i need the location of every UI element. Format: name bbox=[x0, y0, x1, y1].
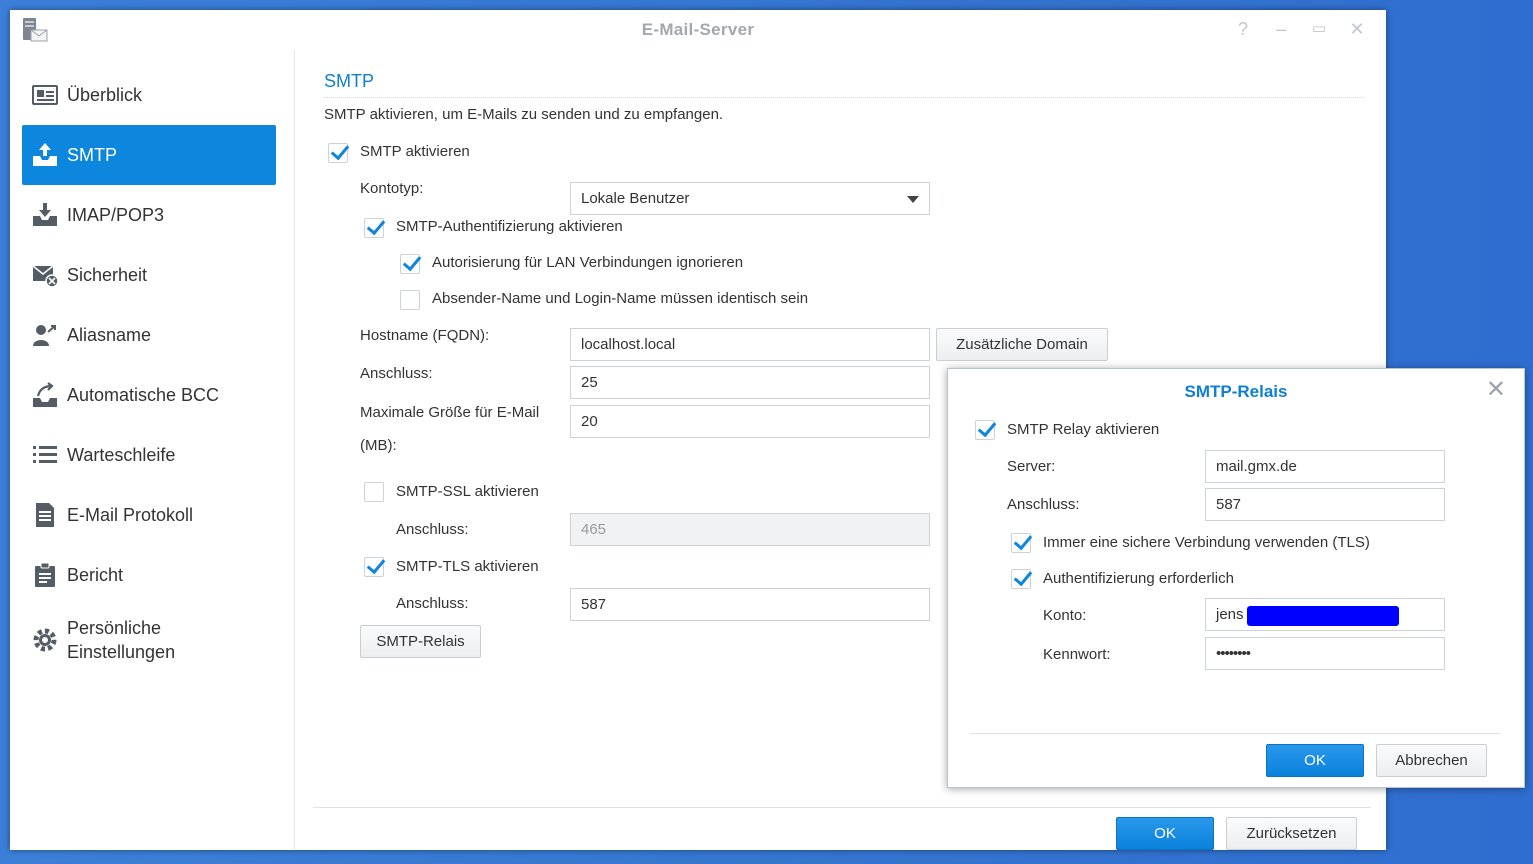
relay-auth-checkbox[interactable] bbox=[1011, 569, 1031, 589]
sidebar-item-label: IMAP/POP3 bbox=[67, 204, 165, 225]
sidebar-item-label: Persönliche Einstellungen bbox=[67, 616, 175, 664]
server-input[interactable]: mail.gmx.de bbox=[1205, 450, 1445, 483]
sidebar-item-report[interactable]: Bericht bbox=[22, 545, 276, 605]
sidebar-item-mail-log[interactable]: E-Mail Protokoll bbox=[22, 485, 276, 545]
sidebar-item-personal-settings[interactable]: Persönliche Einstellungen bbox=[22, 605, 276, 675]
max-size-label-line2: (MB): bbox=[360, 437, 397, 454]
sidebar-item-label: Aliasname bbox=[67, 324, 152, 345]
dialog-title: SMTP-Relais bbox=[1184, 382, 1288, 401]
ssl-label: SMTP-SSL aktivieren bbox=[396, 483, 539, 500]
title-bar[interactable]: E-Mail-Server ? – ▭ ✕ bbox=[10, 10, 1386, 50]
enable-smtp-checkbox[interactable] bbox=[328, 143, 348, 163]
footer-separator bbox=[313, 807, 1371, 808]
hostname-input[interactable]: localhost.local bbox=[570, 328, 930, 361]
log-icon bbox=[36, 503, 54, 527]
enable-relay-label: SMTP Relay aktivieren bbox=[1007, 421, 1160, 438]
smtp-relay-dialog: SMTP-Relais ✕ SMTP Relay aktivieren Serv… bbox=[947, 368, 1525, 788]
sidebar-item-smtp[interactable]: SMTP bbox=[22, 125, 276, 185]
ok-button[interactable]: OK bbox=[1116, 817, 1214, 850]
account-type-label: Kontotyp: bbox=[360, 180, 424, 197]
ssl-checkbox[interactable] bbox=[364, 482, 384, 502]
tls-port-input[interactable]: 587 bbox=[570, 588, 930, 621]
sender-identical-label: Absender-Name und Login-Name müssen iden… bbox=[432, 290, 809, 307]
sidebar-item-label: Überblick bbox=[67, 84, 143, 105]
enable-relay-checkbox[interactable] bbox=[975, 420, 995, 440]
dialog-footer-separator bbox=[970, 733, 1500, 734]
redaction-mark bbox=[1247, 606, 1399, 626]
additional-domain-button[interactable]: Zusätzliche Domain bbox=[936, 328, 1108, 361]
sidebar-item-queue[interactable]: Warteschleife bbox=[22, 425, 276, 485]
bcc-icon bbox=[33, 382, 57, 407]
account-type-value: Lokale Benutzer bbox=[581, 190, 690, 207]
ignore-lan-label: Autorisierung für LAN Verbindungen ignor… bbox=[432, 254, 744, 271]
enable-smtp-label: SMTP aktivieren bbox=[360, 143, 470, 160]
help-icon[interactable]: ? bbox=[1234, 20, 1252, 38]
dialog-ok-button[interactable]: OK bbox=[1266, 744, 1364, 777]
sidebar: Überblick SMTP IMAP/POP3 Sicherheit Alia… bbox=[10, 50, 295, 850]
sidebar-item-overview[interactable]: Überblick bbox=[22, 65, 276, 125]
sender-identical-checkbox[interactable] bbox=[400, 290, 420, 310]
settings-gear-icon bbox=[33, 628, 57, 652]
smtp-relay-button[interactable]: SMTP-Relais bbox=[360, 625, 481, 658]
close-icon[interactable]: ✕ bbox=[1348, 20, 1366, 38]
sidebar-item-label-line1: Persönliche bbox=[67, 618, 162, 638]
queue-icon bbox=[33, 446, 57, 463]
smtp-auth-label: SMTP-Authentifizierung aktivieren bbox=[396, 218, 623, 235]
hostname-label: Hostname (FQDN): bbox=[360, 327, 490, 344]
security-icon bbox=[32, 265, 58, 288]
sidebar-item-label: Sicherheit bbox=[67, 264, 148, 285]
sidebar-item-alias[interactable]: Aliasname bbox=[22, 305, 276, 365]
relay-tls-label: Immer eine sichere Verbindung verwenden … bbox=[1043, 534, 1370, 551]
title-separator bbox=[324, 97, 1364, 98]
sidebar-item-label: Warteschleife bbox=[67, 444, 176, 465]
sidebar-item-label: SMTP bbox=[67, 144, 118, 165]
account-label: Konto: bbox=[1043, 607, 1087, 624]
sidebar-item-label-line2: Einstellungen bbox=[67, 642, 176, 662]
password-input[interactable]: •••••••• bbox=[1205, 637, 1445, 670]
maximize-icon[interactable]: ▭ bbox=[1310, 20, 1328, 38]
imap-icon bbox=[33, 203, 57, 226]
dialog-cancel-button[interactable]: Abbrechen bbox=[1376, 744, 1487, 777]
chevron-down-icon bbox=[907, 196, 919, 203]
ssl-port-label: Anschluss: bbox=[396, 521, 469, 538]
password-label: Kennwort: bbox=[1043, 646, 1111, 663]
tls-label: SMTP-TLS aktivieren bbox=[396, 558, 539, 575]
relay-port-input[interactable]: 587 bbox=[1205, 488, 1445, 521]
smtp-auth-checkbox[interactable] bbox=[364, 218, 384, 238]
sidebar-item-security[interactable]: Sicherheit bbox=[22, 245, 276, 305]
sidebar-item-label: Bericht bbox=[67, 564, 124, 585]
port-label: Anschluss: bbox=[360, 365, 433, 382]
max-size-label-line1: Maximale Größe für E-Mail bbox=[360, 404, 540, 421]
smtp-icon bbox=[33, 143, 57, 166]
minimize-icon[interactable]: – bbox=[1272, 20, 1290, 38]
alias-icon bbox=[33, 325, 56, 346]
max-size-input[interactable]: 20 bbox=[570, 405, 930, 438]
port-input[interactable]: 25 bbox=[570, 366, 930, 399]
account-type-select[interactable]: Lokale Benutzer bbox=[570, 182, 930, 215]
tls-port-label: Anschluss: bbox=[396, 595, 469, 612]
description-text: SMTP aktivieren, um E-Mails zu senden un… bbox=[324, 106, 724, 123]
overview-icon bbox=[32, 85, 58, 105]
tls-checkbox[interactable] bbox=[364, 557, 384, 577]
server-label: Server: bbox=[1007, 458, 1056, 475]
report-icon bbox=[35, 562, 55, 587]
sidebar-item-label: E-Mail Protokoll bbox=[67, 504, 194, 525]
sidebar-item-label: Automatische BCC bbox=[67, 384, 220, 405]
sidebar-item-auto-bcc[interactable]: Automatische BCC bbox=[22, 365, 276, 425]
relay-tls-checkbox[interactable] bbox=[1011, 533, 1031, 553]
close-icon[interactable]: ✕ bbox=[1486, 378, 1506, 402]
relay-port-label: Anschluss: bbox=[1007, 496, 1080, 513]
ignore-lan-checkbox[interactable] bbox=[400, 254, 420, 274]
window-title: E-Mail-Server bbox=[641, 20, 755, 39]
relay-auth-label: Authentifizierung erforderlich bbox=[1043, 570, 1234, 587]
page-title: SMTP bbox=[324, 71, 375, 91]
reset-button[interactable]: Zurücksetzen bbox=[1226, 817, 1357, 850]
sidebar-item-imap-pop3[interactable]: IMAP/POP3 bbox=[22, 185, 276, 245]
ssl-port-input[interactable]: 465 bbox=[570, 513, 930, 546]
